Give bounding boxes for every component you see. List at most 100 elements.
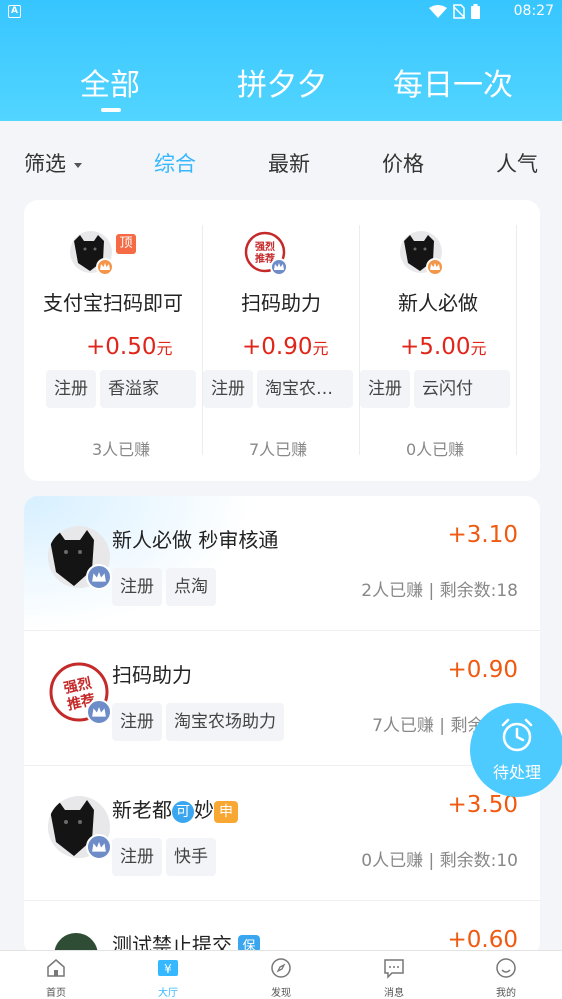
hall-icon: ¥ — [158, 960, 178, 976]
sort-newest[interactable]: 最新 — [268, 148, 310, 178]
stamp-line-1: 强烈 — [255, 240, 275, 253]
active-tab-indicator — [101, 108, 121, 112]
featured-amount: +5.00元 — [400, 334, 487, 360]
tag-register: 注册 — [203, 370, 253, 408]
tab-daily-once[interactable]: 每日一次 — [393, 60, 513, 104]
status-bar: A 08:27 — [0, 0, 562, 24]
task-row[interactable]: 强烈推荐 扫码助力 +0.90 注册 淘宝农场助力 7人已赚 | 剩余数:6 — [24, 631, 540, 766]
nav-label: 我的 — [496, 988, 516, 999]
crown-icon — [270, 258, 288, 276]
earned-count: 0人已赚 — [406, 440, 465, 459]
pending-label: 待处理 — [492, 763, 541, 782]
tag-app: 淘宝农场助力 — [166, 703, 284, 741]
task-stats: 2人已赚 | 剩余数:18 — [361, 581, 518, 601]
featured-amount: +0.90元 — [242, 334, 329, 360]
nav-label: 发现 — [271, 988, 291, 999]
divider — [516, 225, 517, 455]
bottom-nav: 首页 ¥ 大厅 发现 消息 我的 — [0, 950, 562, 999]
tag-app: 香溢家 — [100, 370, 196, 408]
tag-register: 注册 — [46, 370, 96, 408]
amount-value: +5.00 — [400, 334, 471, 360]
tag-app: 淘宝农… — [257, 370, 353, 408]
tag-register: 注册 — [112, 703, 162, 741]
task-price: +0.90 — [447, 657, 518, 683]
task-title: 扫码助力 — [112, 663, 192, 687]
nav-discover[interactable]: 发现 — [251, 957, 311, 999]
battery-icon — [471, 4, 480, 19]
pending-button[interactable]: 待处理 — [470, 703, 562, 797]
tag-app: 点淘 — [166, 568, 216, 606]
pinned-badge: 顶 — [116, 234, 136, 254]
featured-item[interactable]: 强烈 推荐 扫码助力 +0.90元 注册 淘宝农… 7人已赚 — [203, 200, 359, 481]
earned-count: 0人已赚 — [361, 851, 424, 871]
nav-home[interactable]: 首页 — [26, 957, 86, 999]
tag-register: 注册 — [112, 838, 162, 876]
nav-label: 大厅 — [158, 988, 178, 999]
featured-title: 扫码助力 — [241, 291, 321, 315]
crown-icon — [96, 258, 114, 276]
wifi-icon — [429, 4, 447, 18]
sort-popularity[interactable]: 人气 — [496, 148, 538, 178]
featured-card: 顶 支付宝扫码即可 +0.50元 注册 香溢家 3人已赚 强烈 推荐 扫码助力 +… — [24, 200, 540, 481]
amount-unit: 元 — [312, 339, 329, 358]
earned-count: 7人已赚 — [249, 440, 308, 459]
profile-icon — [496, 958, 516, 978]
amount-unit: 元 — [156, 339, 173, 358]
nav-label: 首页 — [46, 988, 66, 999]
badge-ke: 可 — [172, 800, 194, 823]
nav-messages[interactable]: 消息 — [364, 957, 424, 999]
featured-title: 支付宝扫码即可 — [43, 291, 183, 315]
amount-value: +0.90 — [242, 334, 313, 360]
badge-shen: 申 — [214, 800, 238, 823]
featured-item[interactable]: 顶 支付宝扫码即可 +0.50元 注册 香溢家 3人已赚 — [24, 200, 202, 481]
task-list: 新人必做 秒审核通 +3.10 注册 点淘 2人已赚 | 剩余数:18 强烈 推荐… — [24, 496, 540, 956]
title-text-mid: 妙 — [194, 798, 214, 822]
task-stats: 0人已赚 | 剩余数:10 — [361, 851, 518, 871]
nav-profile[interactable]: 我的 — [476, 957, 536, 999]
tag-register: 注册 — [112, 568, 162, 606]
sort-price[interactable]: 价格 — [382, 148, 424, 178]
task-title: 新老都可妙申 — [112, 794, 238, 823]
home-icon — [47, 959, 65, 977]
filter-label: 筛选 — [24, 152, 66, 176]
app-notification-icon: A — [8, 5, 21, 18]
tab-pinxixi[interactable]: 拼夕夕 — [237, 60, 327, 104]
tag-app: 云闪付 — [414, 370, 510, 408]
tab-all[interactable]: 全部 — [80, 60, 140, 104]
message-icon — [384, 959, 404, 979]
clock: 08:27 — [513, 3, 554, 19]
task-row[interactable]: 新人必做 秒审核通 +3.10 注册 点淘 2人已赚 | 剩余数:18 — [24, 496, 540, 631]
nav-label: 消息 — [384, 988, 404, 999]
sort-comprehensive[interactable]: 综合 — [154, 148, 196, 178]
crown-icon — [86, 699, 112, 725]
task-title: 新人必做 秒审核通 — [112, 528, 279, 552]
tag-register: 注册 — [360, 370, 410, 408]
earned-count: 7人已赚 — [372, 716, 434, 736]
crown-icon — [426, 258, 444, 276]
filter-bar: 筛选 综合 最新 价格 人气 — [0, 121, 562, 201]
crown-icon — [86, 834, 112, 860]
amount-value: +0.50 — [86, 334, 157, 360]
featured-title: 新人必做 — [398, 291, 478, 315]
amount-unit: 元 — [470, 339, 487, 358]
title-text: 新老都 — [112, 798, 172, 822]
earned-count: 2人已赚 — [361, 581, 424, 601]
tag-app: 快手 — [166, 838, 216, 876]
featured-amount: +0.50元 — [86, 334, 173, 360]
task-row[interactable]: 新老都可妙申 +3.50 注册 快手 0人已赚 | 剩余数:10 — [24, 766, 540, 901]
header: A 08:27 全部 拼夕夕 每日一次 — [0, 0, 562, 121]
svg-text:¥: ¥ — [164, 962, 172, 976]
filter-dropdown[interactable]: 筛选 — [24, 148, 82, 178]
remaining-count: 剩余数:10 — [439, 851, 518, 871]
crown-icon — [86, 564, 112, 590]
nav-hall[interactable]: ¥ 大厅 — [138, 957, 198, 999]
compass-icon — [271, 958, 291, 978]
featured-item[interactable]: 新人必做 +5.00元 注册 云闪付 0人已赚 — [360, 200, 516, 481]
caret-down-icon — [74, 162, 82, 168]
task-row[interactable]: 测试禁止提交保 +0.60 — [24, 901, 540, 956]
task-price: +3.10 — [447, 522, 518, 548]
remaining-count: 剩余数:18 — [439, 581, 518, 601]
earned-count: 3人已赚 — [92, 440, 151, 459]
no-sim-icon — [453, 4, 465, 19]
alarm-clock-icon — [501, 718, 533, 752]
